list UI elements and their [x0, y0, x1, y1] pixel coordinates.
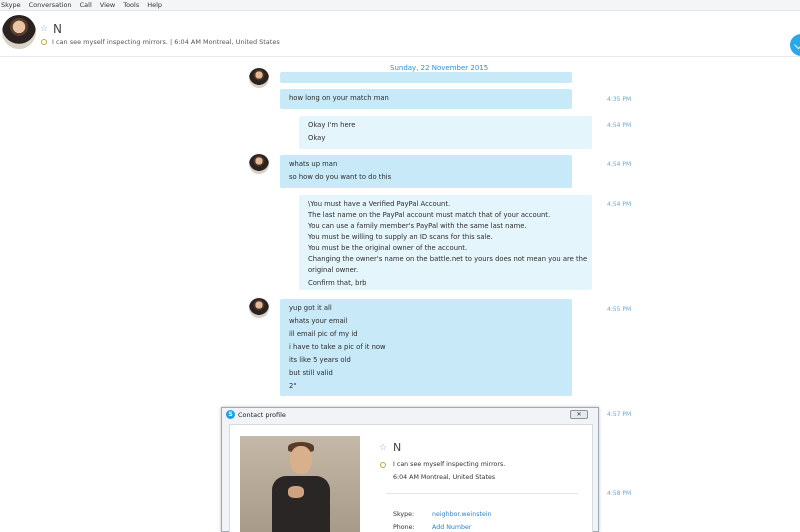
menu-skype[interactable]: Skype — [1, 1, 21, 9]
message-time: 4:54 PM — [607, 122, 632, 129]
profile-body: ☆ N I can see myself inspecting mirrors.… — [229, 424, 593, 532]
menu-conversation[interactable]: Conversation — [29, 1, 72, 9]
call-button[interactable] — [790, 34, 800, 56]
favorite-star-icon[interactable]: ☆ — [40, 24, 48, 34]
contact-profile-dialog: S Contact profile ✕ ☆ N I can see myself… — [221, 407, 599, 532]
message-avatar — [249, 154, 269, 174]
away-status-icon — [380, 462, 386, 468]
message-time: 4:57 PM — [607, 411, 632, 418]
message-time: 4:54 PM — [607, 201, 632, 208]
message-bubble-partial — [280, 72, 572, 83]
skype-label: Skype: — [393, 511, 415, 518]
message-bubble[interactable]: \You must have a Verified PayPal Account… — [299, 195, 592, 290]
menu-help[interactable]: Help — [147, 1, 162, 9]
skype-name-link[interactable]: neighbor.weinstein — [432, 511, 492, 518]
menu-bar: Skype Conversation Call View Tools Help — [0, 0, 800, 11]
message-bubble[interactable]: Okay I'm here Okay — [299, 116, 592, 149]
profile-photo — [240, 436, 360, 532]
profile-name: N — [393, 441, 402, 454]
add-number-link[interactable]: Add Number — [432, 524, 472, 531]
skype-logo-icon: S — [226, 410, 235, 419]
contact-avatar[interactable] — [2, 15, 36, 49]
phone-label: Phone: — [393, 524, 415, 531]
message-time: 4:55 PM — [607, 306, 632, 313]
close-button[interactable]: ✕ — [570, 410, 588, 419]
message-time: 4:58 PM — [607, 490, 632, 497]
profile-location: 6:04 AM Montreal, United States — [393, 474, 496, 481]
profile-mood: I can see myself inspecting mirrors. — [393, 461, 506, 468]
contact-status-line: I can see myself inspecting mirrors. | 6… — [52, 38, 280, 46]
message-avatar — [249, 68, 269, 88]
menu-view[interactable]: View — [100, 1, 115, 9]
dialog-titlebar[interactable]: S Contact profile ✕ — [222, 408, 598, 422]
conversation-header: ☆ N I can see myself inspecting mirrors.… — [0, 11, 800, 57]
divider — [386, 493, 578, 494]
menu-call[interactable]: Call — [80, 1, 92, 9]
message-bubble[interactable]: how long on your match man — [280, 89, 572, 109]
message-avatar — [249, 298, 269, 318]
message-bubble[interactable]: whats up man so how do you want to do th… — [280, 155, 572, 188]
menu-tools[interactable]: Tools — [123, 1, 139, 9]
dialog-title: Contact profile — [238, 411, 286, 419]
contact-name: N — [53, 22, 62, 36]
date-separator: Sunday, 22 November 2015 — [390, 64, 489, 72]
favorite-star-icon[interactable]: ☆ — [379, 443, 387, 453]
message-time: 4:35 PM — [607, 96, 632, 103]
away-status-icon — [41, 39, 47, 45]
message-time: 4:54 PM — [607, 161, 632, 168]
message-bubble[interactable]: yup got it all whats your email ill emai… — [280, 299, 572, 396]
